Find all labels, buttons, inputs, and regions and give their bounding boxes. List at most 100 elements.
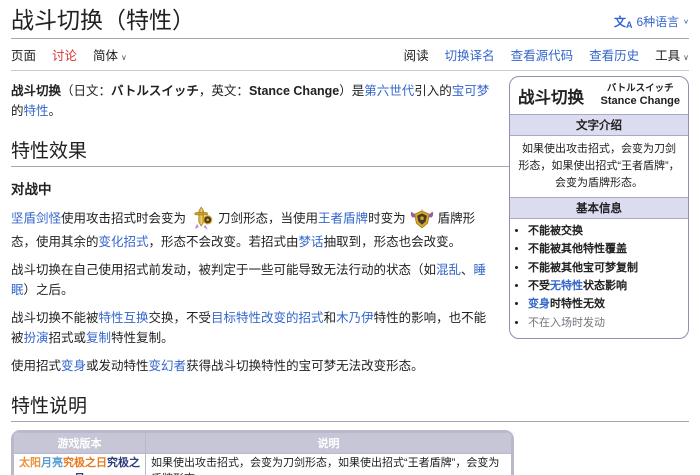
chevron-down-icon: ∨ bbox=[683, 18, 689, 25]
text-segment: 、 bbox=[461, 263, 474, 277]
text-segment: ，英文： bbox=[199, 84, 249, 98]
text-segment: 和 bbox=[324, 311, 337, 325]
chevron-down-icon: ∨ bbox=[683, 53, 689, 62]
infobox-english-name: Stance Change bbox=[601, 95, 680, 109]
infobox-section-basic-info: 基本信息 bbox=[510, 197, 688, 219]
text-segment: 战斗切换在自己使用招式前发动，被判定于一些可能导致无法行动的状态（如 bbox=[11, 263, 436, 277]
infobox-flavor-text: 如果使出攻击招式，会变为刀剑形态，如果使出招式“王者盾牌”，会变为盾牌形态。 bbox=[510, 136, 688, 197]
text-segment: 。 bbox=[49, 104, 62, 118]
text-segment: 获得战斗切换特性的宝可梦无法改变形态。 bbox=[186, 359, 424, 373]
list-item: 不在入场时发动 bbox=[528, 316, 686, 331]
text-segment: 或发动特性 bbox=[86, 359, 149, 373]
text-segment: ，形态不会改变。若招式由 bbox=[149, 235, 299, 249]
wiki-link[interactable]: 坚盾剑怪 bbox=[11, 212, 61, 226]
aegislash-blade-forme-icon bbox=[189, 206, 215, 232]
wiki-link[interactable]: 究极之日 bbox=[63, 457, 107, 469]
wiki-link[interactable]: 变化招式 bbox=[99, 235, 149, 249]
wiki-link[interactable]: 扮演 bbox=[24, 331, 49, 345]
text-segment: 刀剑形态，当使用 bbox=[218, 212, 318, 226]
column-header-description: 说明 bbox=[146, 433, 512, 454]
text-segment: 战斗切换不能被 bbox=[11, 311, 99, 325]
text-segment: 不能被其他特性覆盖 bbox=[528, 243, 627, 255]
ability-infobox: 战斗切换 バトルスイッチ Stance Change 文字介绍 如果使出攻击招式… bbox=[509, 76, 689, 338]
column-header-game-version: 游戏版本 bbox=[14, 433, 146, 454]
text-segment: 使用招式 bbox=[11, 359, 61, 373]
wiki-link[interactable]: 太阳 bbox=[19, 457, 41, 469]
infobox-japanese-name: バトルスイッチ bbox=[601, 83, 680, 95]
text-segment: 不能被其他宝可梦复制 bbox=[528, 262, 638, 274]
language-selector[interactable]: 文A 6种语言 ∨ bbox=[614, 13, 689, 33]
table-header-row: 游戏版本 说明 bbox=[14, 433, 512, 454]
infobox-names: バトルスイッチ Stance Change bbox=[601, 83, 680, 109]
battle-paragraph-4: 使用招式变身或发动特性变幻者获得战斗切换特性的宝可梦无法改变形态。 bbox=[11, 356, 689, 376]
variant-selector[interactable]: 简体∨ bbox=[93, 45, 127, 64]
wiki-link[interactable]: 特性互换 bbox=[99, 311, 149, 325]
text-segment: 不在入场时发动 bbox=[528, 317, 605, 329]
infobox-basic-info-list: 不能被交换 不能被其他特性覆盖 不能被其他宝可梦复制 不受无特性状态影响 变身时… bbox=[510, 224, 686, 331]
text-segment: 使用攻击招式时会变为 bbox=[61, 212, 186, 226]
wiki-link[interactable]: 变幻者 bbox=[149, 359, 187, 373]
text-segment: バトルスイッチ bbox=[111, 84, 199, 98]
text-segment: 状态影响 bbox=[583, 280, 627, 292]
text-segment: 的 bbox=[11, 104, 24, 118]
tab-bar: 页面 讨论 简体∨ 阅读 切换译名 查看源代码 查看历史 工具∨ bbox=[11, 39, 689, 71]
infobox-section-text-intro: 文字介绍 bbox=[510, 114, 688, 136]
game-version-cell: 太阳月亮究极之日究极之月 bbox=[14, 454, 146, 475]
text-segment: 特性复制。 bbox=[111, 331, 174, 345]
tools-menu[interactable]: 工具∨ bbox=[655, 45, 689, 64]
text-segment: 不受 bbox=[528, 280, 550, 292]
language-icon: 文A bbox=[614, 13, 633, 30]
text-segment: 抽取到，形态也会改变。 bbox=[324, 235, 462, 249]
table-row: 太阳月亮究极之日究极之月 如果使出攻击招式，会变为刀剑形态，如果使出招式“王者盾… bbox=[14, 454, 512, 475]
article-content: 战斗切换 バトルスイッチ Stance Change 文字介绍 如果使出攻击招式… bbox=[11, 71, 689, 475]
tab-talk[interactable]: 讨论 bbox=[52, 45, 77, 64]
text-segment: 引入的 bbox=[414, 84, 452, 98]
wiki-link[interactable]: 王者盾牌 bbox=[318, 212, 368, 226]
text-segment: 时变为 bbox=[368, 212, 406, 226]
wiki-link[interactable]: 月亮 bbox=[41, 457, 63, 469]
page-title: 战斗切换（特性） bbox=[11, 8, 195, 33]
tab-view-source[interactable]: 查看源代码 bbox=[511, 45, 574, 64]
list-item: 不能被其他特性覆盖 bbox=[528, 242, 686, 257]
list-item: 不受无特性状态影响 bbox=[528, 279, 686, 294]
wiki-link[interactable]: 变身 bbox=[528, 298, 550, 310]
text-segment: 招式或 bbox=[49, 331, 87, 345]
list-item: 不能被交换 bbox=[528, 224, 686, 239]
tab-view-history[interactable]: 查看历史 bbox=[589, 45, 639, 64]
wiki-link[interactable]: 梦话 bbox=[299, 235, 324, 249]
wiki-link[interactable]: 第六世代 bbox=[364, 84, 414, 98]
wiki-link[interactable]: 变身 bbox=[61, 359, 86, 373]
chevron-down-icon: ∨ bbox=[121, 53, 127, 62]
tab-group-right: 阅读 切换译名 查看源代码 查看历史 工具∨ bbox=[404, 45, 689, 64]
text-segment: 不能被交换 bbox=[528, 225, 583, 237]
text-segment: ）是 bbox=[339, 84, 364, 98]
text-segment: ）之后。 bbox=[24, 283, 74, 297]
wiki-link[interactable]: 无特性 bbox=[550, 280, 583, 292]
wiki-link[interactable]: 复制 bbox=[86, 331, 111, 345]
text-segment: 战斗切换 bbox=[11, 84, 61, 98]
text-run: 刀剑形态，当使用王者盾牌时变为 bbox=[218, 212, 406, 226]
text-segment: 时特性无效 bbox=[550, 298, 605, 310]
wiki-link[interactable]: 宝可梦 bbox=[452, 84, 490, 98]
language-count-label: 6种语言 bbox=[636, 13, 679, 30]
infobox-title: 战斗切换 bbox=[518, 84, 584, 108]
list-item: 变身时特性无效 bbox=[528, 297, 686, 312]
wiki-link[interactable]: 木乃伊 bbox=[336, 311, 374, 325]
tab-group-left: 页面 讨论 简体∨ bbox=[11, 45, 127, 64]
text-segment: 交换，不受 bbox=[149, 311, 212, 325]
tab-read[interactable]: 阅读 bbox=[404, 45, 429, 64]
tab-switch-name[interactable]: 切换译名 bbox=[445, 45, 495, 64]
ability-description-table: 游戏版本 说明 太阳月亮究极之日究极之月 如果使出攻击招式，会变为刀剑形态，如果… bbox=[11, 430, 514, 475]
tab-page[interactable]: 页面 bbox=[11, 45, 36, 64]
wiki-link[interactable]: 混乱 bbox=[436, 263, 461, 277]
wiki-link[interactable]: 特性 bbox=[24, 104, 49, 118]
description-cell: 如果使出攻击招式，会变为刀剑形态，如果使出招式“王者盾牌”，会变为盾牌形态。 bbox=[146, 454, 512, 475]
wiki-link[interactable]: 目标特性改变的招式 bbox=[211, 311, 324, 325]
section-heading-description: 特性说明 bbox=[11, 391, 689, 422]
infobox-title-row: 战斗切换 バトルスイッチ Stance Change bbox=[510, 77, 688, 114]
text-segment: （日文： bbox=[61, 84, 111, 98]
list-item: 不能被其他宝可梦复制 bbox=[528, 261, 686, 276]
text-segment: Stance Change bbox=[249, 84, 339, 98]
aegislash-shield-forme-icon bbox=[409, 206, 435, 232]
page-header: 战斗切换（特性） 文A 6种语言 ∨ bbox=[11, 8, 689, 39]
